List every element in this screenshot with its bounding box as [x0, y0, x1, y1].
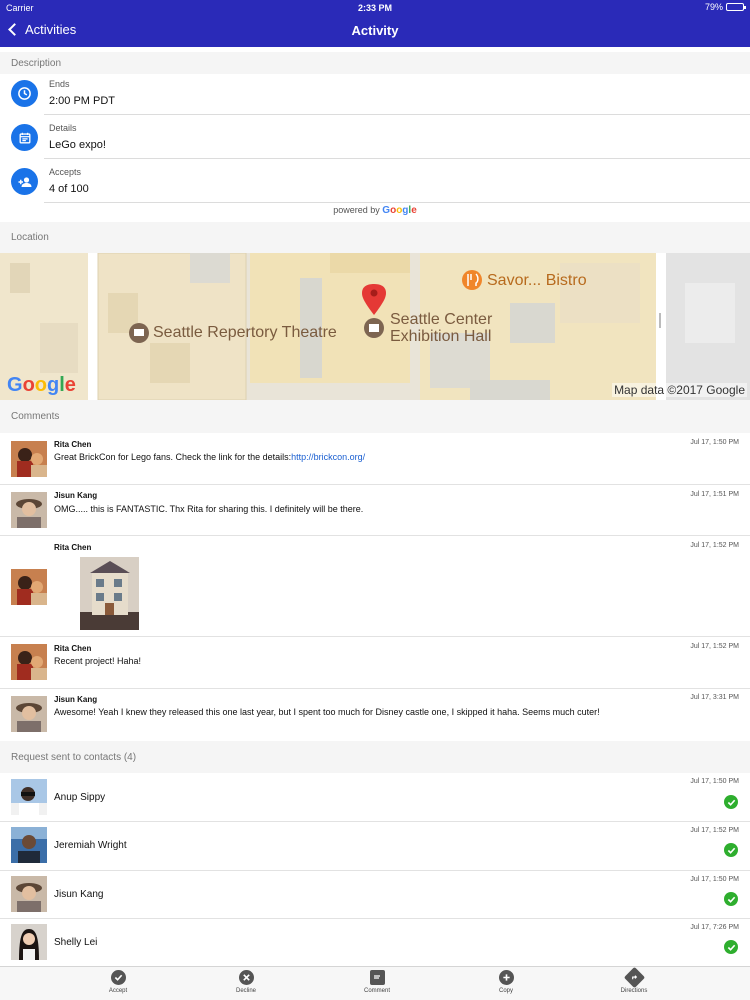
plus-circle-icon	[498, 970, 514, 985]
map-google-logo: Google	[7, 374, 76, 396]
check-icon	[724, 795, 738, 809]
comment-text: Great BrickCon for Lego fans. Check the …	[54, 452, 365, 462]
brickcon-link[interactable]: http://brickcon.org/	[291, 452, 365, 462]
bottom-toolbar: Accept Decline Comment Copy Directions	[0, 966, 750, 1000]
avatar	[11, 569, 47, 605]
map-label-theatre: Seattle Repertory Theatre	[153, 324, 337, 341]
comment-time: Jul 17, 1:52 PM	[690, 542, 739, 549]
status-bar: Carrier 2:33 PM 79%	[0, 0, 750, 16]
contact-row[interactable]: Shelly Lei Jul 17, 7:26 PM	[0, 919, 750, 966]
comment-time: Jul 17, 3:31 PM	[690, 694, 739, 701]
copy-label: Copy	[498, 988, 513, 994]
nav-bar: Activities Activity	[0, 16, 750, 47]
top-bar: Carrier 2:33 PM 79% Activities Activity	[0, 0, 750, 47]
description-row-details: Details LeGo expo!	[0, 115, 750, 159]
contact-row[interactable]: Anup Sippy Jul 17, 1:50 PM	[0, 773, 750, 822]
comment-item: Rita Chen Jul 17, 1:52 PM	[0, 536, 750, 637]
check-icon	[724, 843, 738, 857]
avatar	[11, 924, 47, 960]
directions-button[interactable]: Directions	[594, 966, 674, 994]
comment-item: Rita Chen Great BrickCon for Lego fans. …	[0, 433, 750, 485]
comment-time: Jul 17, 1:51 PM	[690, 491, 739, 498]
avatar	[11, 827, 47, 863]
contact-row[interactable]: Jeremiah Wright Jul 17, 1:52 PM	[0, 822, 750, 871]
google-logo: Google	[382, 205, 417, 216]
comment-time: Jul 17, 1:52 PM	[690, 643, 739, 650]
battery-indicator: 79%	[704, 2, 746, 12]
accepts-label: Accepts	[49, 167, 82, 177]
description-row-ends: Ends 2:00 PM PDT	[0, 71, 750, 115]
lego-photo[interactable]	[80, 557, 139, 630]
map-attribution: Map data ©2017 Google	[612, 383, 747, 397]
map-label-venue-line2: Exhibition Hall	[390, 328, 492, 345]
details-value: LeGo expo!	[49, 139, 106, 151]
powered-by-google: powered by Google	[0, 205, 750, 216]
decline-button[interactable]: Decline	[206, 970, 286, 994]
comment-text: Recent project! Haha!	[54, 656, 142, 666]
avatar	[11, 644, 47, 680]
accept-label: Accept	[108, 988, 128, 994]
avatar	[11, 492, 47, 528]
contact-time: Jul 17, 1:50 PM	[690, 778, 739, 785]
map-label-bistro: Savor... Bistro	[487, 272, 587, 289]
accept-button[interactable]: Accept	[78, 970, 158, 994]
contact-name: Jeremiah Wright	[54, 840, 127, 851]
contact-row[interactable]: Jisun Kang Jul 17, 1:50 PM	[0, 871, 750, 919]
details-label: Details	[49, 123, 77, 133]
comment-text-body: Great BrickCon for Lego fans. Check the …	[54, 452, 292, 462]
ends-value: 2:00 PM PDT	[49, 95, 116, 107]
check-circle-icon	[110, 970, 126, 985]
location-map[interactable]: Seattle Repertory Theatre Seattle Center…	[0, 253, 750, 400]
status-time: 2:33 PM	[357, 3, 392, 13]
map-label-venue-line1: Seattle Center	[390, 311, 493, 328]
calendar-icon	[11, 124, 38, 151]
comment-item: Rita Chen Recent project! Haha! Jul 17, …	[0, 637, 750, 689]
divider	[44, 202, 750, 203]
comment-item: Jisun Kang OMG..... this is FANTASTIC. T…	[0, 485, 750, 536]
map-label-venue: Seattle Center Exhibition Hall	[390, 311, 492, 345]
avatar	[11, 876, 47, 912]
check-icon	[724, 892, 738, 906]
comment-button[interactable]: Comment	[337, 970, 417, 994]
comment-author: Jisun Kang	[54, 695, 98, 704]
check-icon	[724, 940, 738, 954]
clock-icon	[11, 80, 38, 107]
contact-name: Anup Sippy	[54, 792, 106, 803]
comment-author: Rita Chen	[54, 440, 92, 449]
map-canvas	[0, 253, 750, 400]
comment-author: Rita Chen	[54, 543, 92, 552]
description-row-accepts: Accepts 4 of 100	[0, 159, 750, 203]
person-add-icon	[11, 168, 38, 195]
directions-label: Directions	[620, 988, 648, 994]
avatar	[11, 696, 47, 732]
avatar	[11, 779, 47, 815]
decline-label: Decline	[235, 988, 256, 994]
accepts-value: 4 of 100	[49, 183, 89, 195]
contact-name: Shelly Lei	[54, 937, 98, 948]
comments-header: Comments	[0, 400, 750, 433]
directions-icon	[623, 966, 645, 989]
contacts-header: Request sent to contacts (4)	[0, 741, 750, 773]
comment-icon	[369, 970, 385, 985]
comment-author: Jisun Kang	[54, 491, 98, 500]
copy-button[interactable]: Copy	[466, 970, 546, 994]
comment-time: Jul 17, 1:50 PM	[690, 439, 739, 446]
comment-text: Awesome! Yeah I knew they released this …	[54, 707, 600, 717]
location-header: Location	[0, 222, 750, 253]
x-circle-icon	[238, 970, 254, 985]
comment-item: Jisun Kang Awesome! Yeah I knew they rel…	[0, 689, 750, 741]
battery-icon	[726, 3, 746, 11]
ends-label: Ends	[49, 79, 70, 89]
powered-by-label: powered by	[333, 205, 380, 215]
comment-label: Comment	[363, 988, 390, 994]
contact-time: Jul 17, 7:26 PM	[690, 924, 739, 931]
avatar	[11, 441, 47, 477]
comment-text: OMG..... this is FANTASTIC. Thx Rita for…	[54, 504, 364, 514]
comment-author: Rita Chen	[54, 644, 92, 653]
battery-percent: 79%	[704, 2, 723, 12]
page-title: Activity	[351, 23, 399, 38]
contact-time: Jul 17, 1:50 PM	[690, 876, 739, 883]
contact-name: Jisun Kang	[54, 889, 104, 900]
contact-time: Jul 17, 1:52 PM	[690, 827, 739, 834]
